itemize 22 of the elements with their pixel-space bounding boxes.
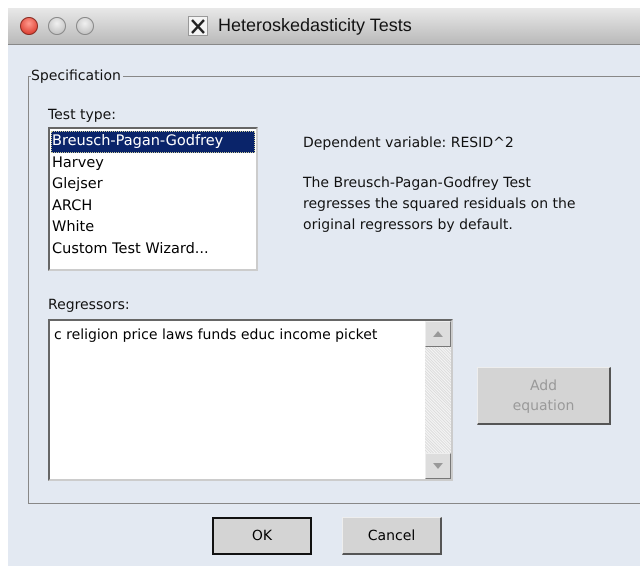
test-type-label: Test type: [48, 107, 118, 123]
description-text: The Breusch-Pagan-Godfrey Test regresses the squared residuals on the original regressors by default. [303, 174, 576, 235]
scroll-up-icon[interactable] [425, 321, 451, 347]
zoom-button[interactable] [76, 17, 94, 35]
dependent-variable-text: Dependent variable: RESID^2 [303, 135, 515, 151]
scroll-down-icon[interactable] [425, 453, 451, 479]
list-item[interactable]: ARCH [51, 196, 255, 217]
minimize-button[interactable] [48, 17, 66, 35]
list-item[interactable]: Custom Test Wizard... [51, 238, 255, 260]
window-title: Heteroskedasticity Tests [218, 15, 412, 36]
close-button[interactable] [20, 17, 38, 35]
list-item[interactable]: Harvey [51, 152, 255, 174]
regressors-label: Regressors: [48, 297, 131, 313]
list-item[interactable]: White [51, 217, 255, 238]
group-legend: Specification [31, 68, 123, 84]
x-app-icon [188, 16, 208, 36]
regressors-field[interactable]: c religion price laws funds educ income picket [48, 319, 453, 481]
scrollbar[interactable] [425, 321, 451, 479]
dialog-button[interactable]: Cancel [342, 517, 442, 555]
list-item[interactable]: Glejser [51, 174, 255, 196]
dialog-button[interactable]: OK [212, 517, 312, 555]
list-item[interactable]: Breusch-Pagan-Godfrey [51, 131, 255, 152]
